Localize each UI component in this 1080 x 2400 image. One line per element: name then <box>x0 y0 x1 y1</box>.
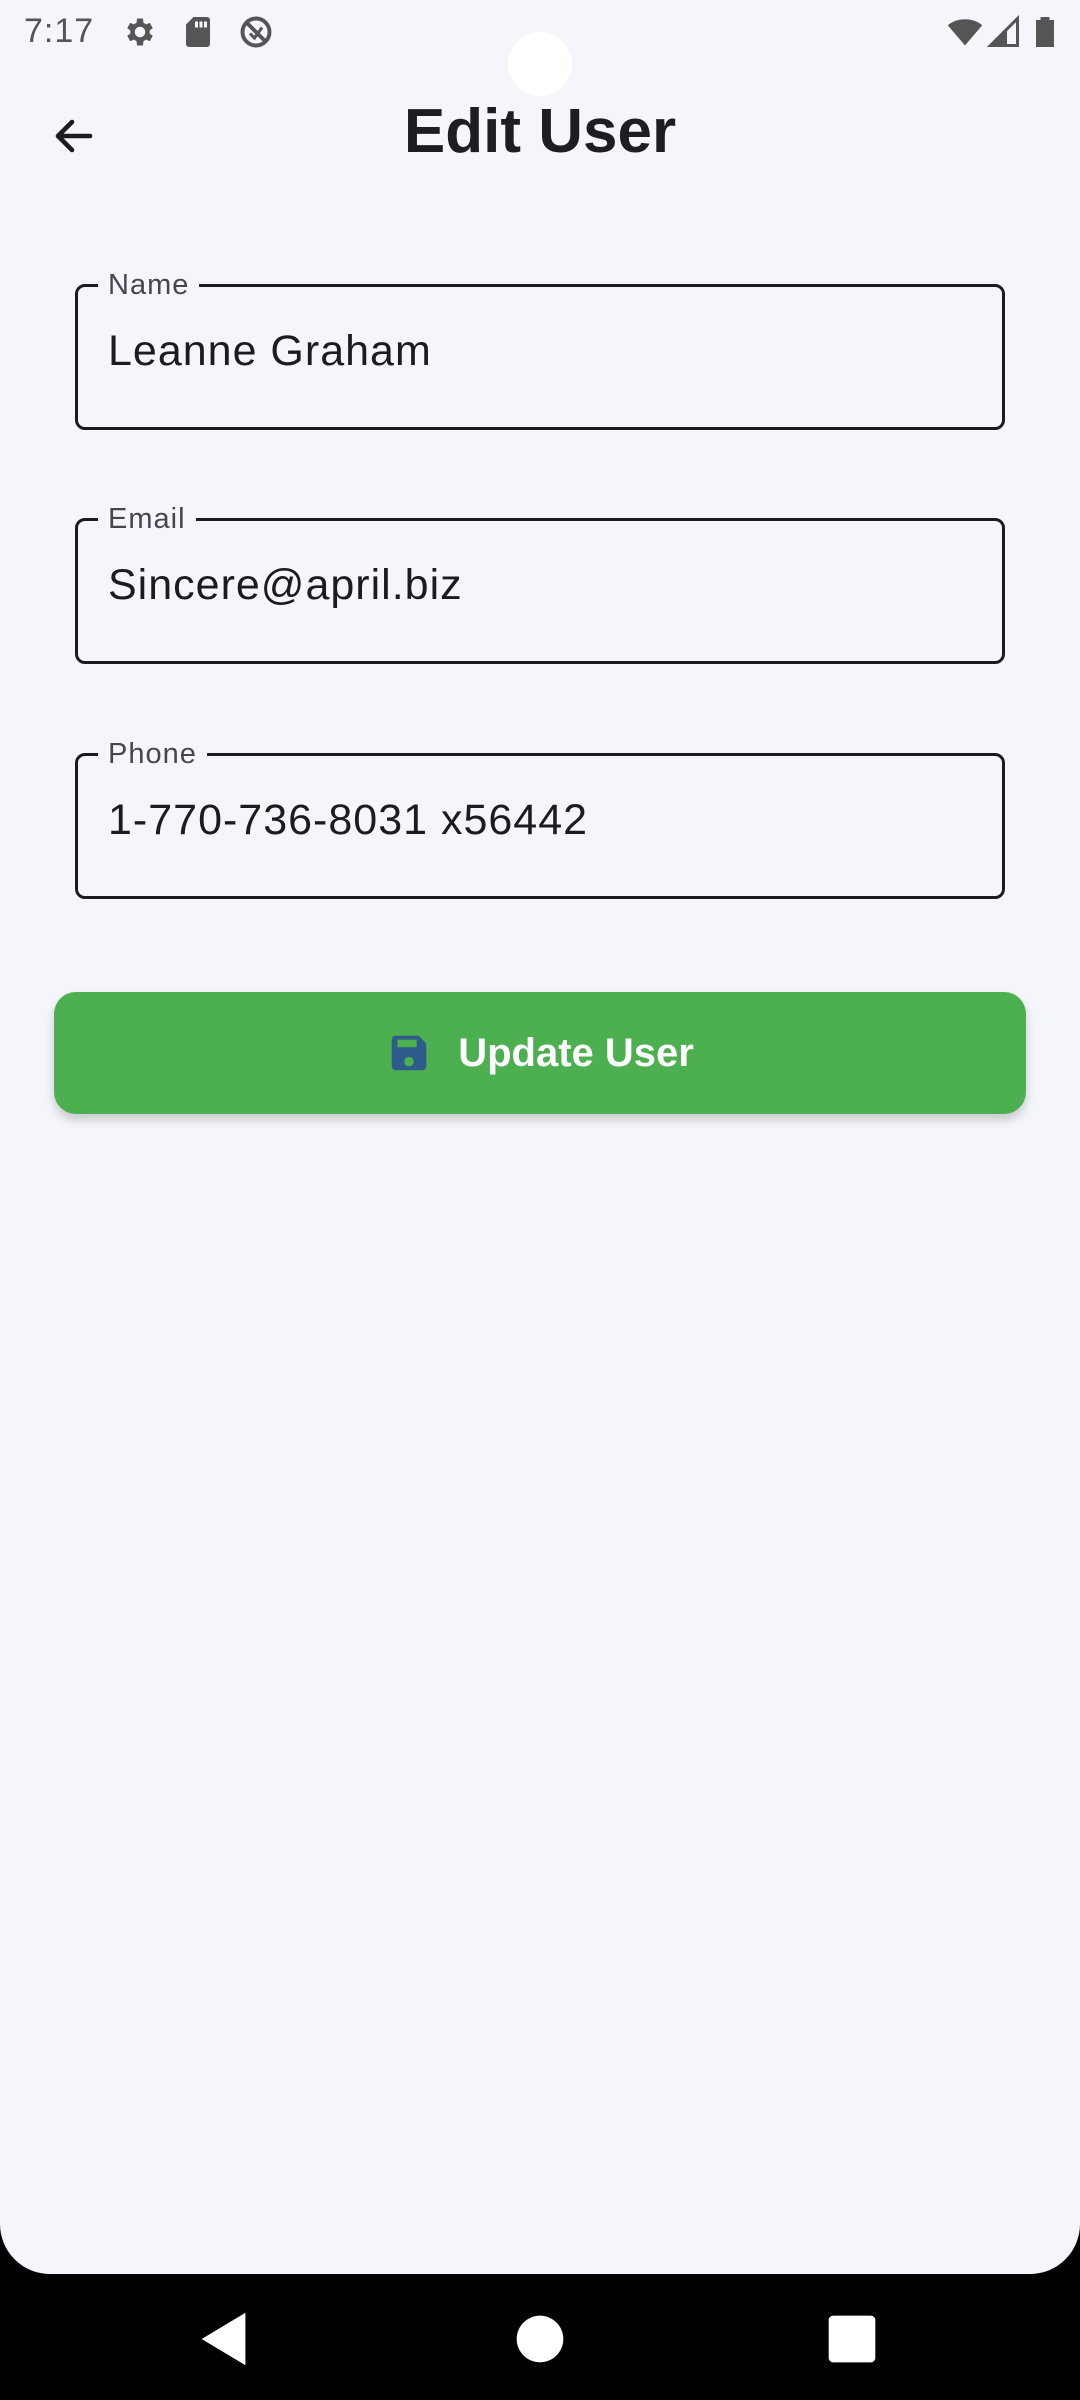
name-field[interactable]: Name <box>75 267 1005 430</box>
battery-icon <box>1036 17 1054 47</box>
email-field[interactable]: Email <box>75 501 1005 664</box>
status-time: 7:17 <box>24 12 95 50</box>
system-nav-bar <box>0 2274 1080 2400</box>
camera-cutout <box>508 32 572 96</box>
email-field-label: Email <box>98 501 196 537</box>
email-input[interactable] <box>108 561 968 610</box>
name-input[interactable] <box>108 327 968 376</box>
update-user-button[interactable]: Update User <box>54 992 1026 1114</box>
cellular-signal-icon <box>986 14 1019 47</box>
settings-icon <box>127 18 153 46</box>
do-not-disturb-icon <box>240 16 272 48</box>
page-title: Edit User <box>403 97 677 166</box>
update-user-label: Update User <box>458 1030 694 1075</box>
phone-field-label: Phone <box>98 736 207 772</box>
name-field-label: Name <box>98 267 200 303</box>
sd-card-icon <box>186 17 210 47</box>
home-circle-icon[interactable] <box>505 2304 575 2374</box>
save-icon <box>391 1035 427 1071</box>
recents-square-icon[interactable] <box>817 2304 887 2374</box>
wifi-icon <box>947 19 983 46</box>
phone-input[interactable] <box>108 796 968 845</box>
back-triangle-icon[interactable] <box>190 2304 260 2374</box>
app-screen: 7:17 Edit User Name Leanne Graham Email … <box>0 0 1080 2274</box>
phone-field[interactable]: Phone <box>75 736 1005 899</box>
